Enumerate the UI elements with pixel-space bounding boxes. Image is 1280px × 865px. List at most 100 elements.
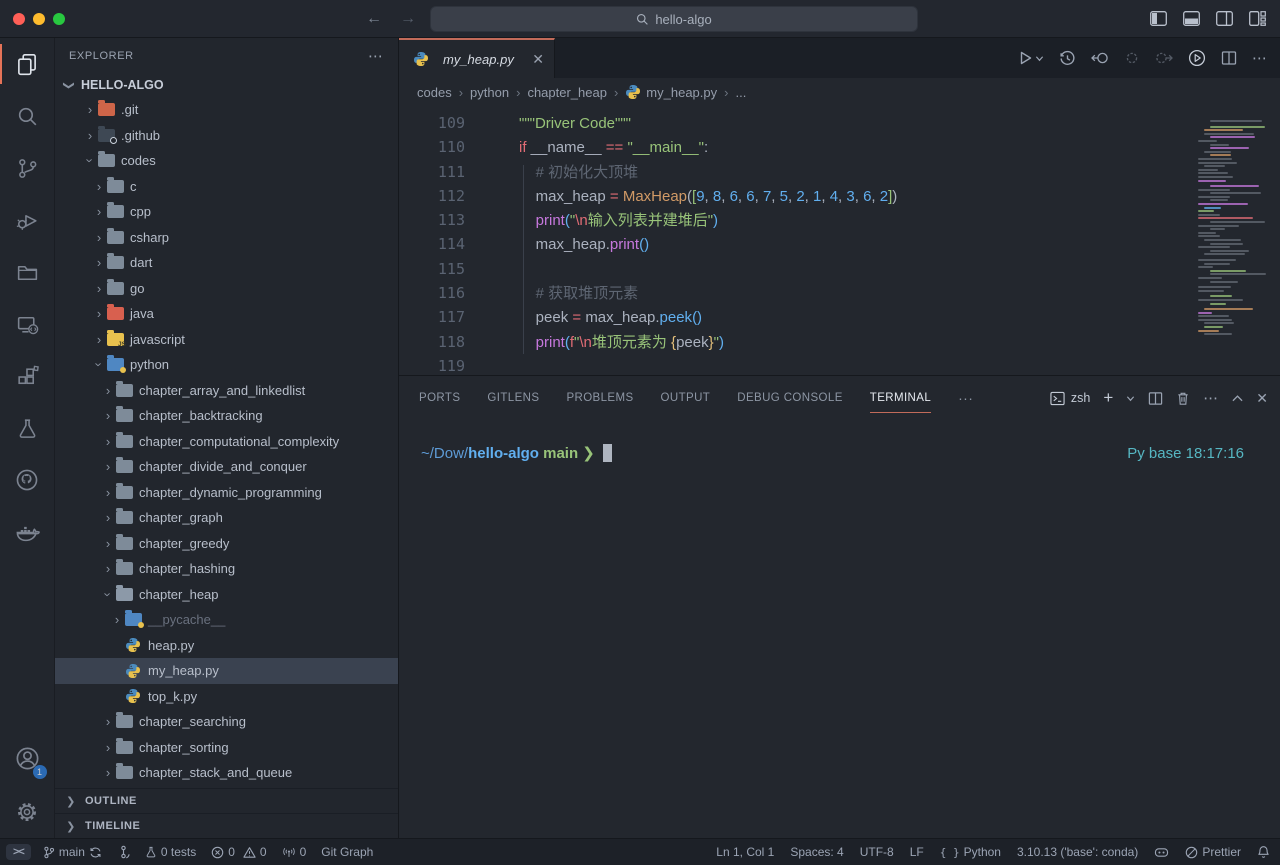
breadcrumb-item[interactable]: python — [470, 85, 509, 100]
timeline-section[interactable]: ❯ TIMELINE — [55, 813, 398, 838]
code-line-110[interactable]: 110if __name__ == "__main__": — [399, 135, 1280, 159]
navigate-back-icon[interactable] — [1091, 50, 1109, 66]
close-tab-icon[interactable]: ✕ — [532, 51, 544, 68]
code-line-116[interactable]: 116 # 获取堆顶元素 — [399, 281, 1280, 305]
activity-remote-explorer[interactable] — [0, 298, 55, 350]
code-line-112[interactable]: 112 max_heap = MaxHeap([9, 8, 6, 6, 7, 5… — [399, 184, 1280, 208]
tree-item-c[interactable]: ›c — [55, 174, 398, 200]
tree-item-cpp[interactable]: ›cpp — [55, 199, 398, 225]
toggle-sidebar-icon[interactable] — [1150, 11, 1167, 26]
activity-project-manager[interactable] — [0, 246, 55, 298]
split-editor-icon[interactable] — [1221, 50, 1237, 66]
remote-indicator[interactable]: >< — [6, 844, 31, 860]
tree-item-chapter-dynamic-programming[interactable]: ›chapter_dynamic_programming — [55, 480, 398, 506]
activity-explorer[interactable] — [0, 38, 55, 90]
navigate-prev-icon[interactable] — [1124, 50, 1140, 66]
notifications-bell[interactable] — [1257, 845, 1270, 859]
problems-status[interactable]: 0 0 — [211, 845, 266, 859]
tree-item-go[interactable]: ›go — [55, 276, 398, 302]
activity-run-debug[interactable] — [0, 194, 55, 246]
minimize-window-button[interactable] — [33, 13, 45, 25]
code-line-118[interactable]: 118 print(f"\n堆顶元素为 {peek}") — [399, 330, 1280, 354]
activity-github[interactable] — [0, 454, 55, 506]
tree-item--github[interactable]: ›.github — [55, 123, 398, 149]
eol-status[interactable]: LF — [910, 845, 924, 859]
language-status[interactable]: { } Python — [940, 845, 1001, 859]
new-terminal-icon[interactable]: + — [1103, 388, 1113, 408]
tree-item-chapter-greedy[interactable]: ›chapter_greedy — [55, 531, 398, 557]
run-python-button[interactable] — [1017, 50, 1044, 66]
minimap[interactable] — [1198, 120, 1264, 352]
tree-item-chapter-divide-and-conquer[interactable]: ›chapter_divide_and_conquer — [55, 454, 398, 480]
customize-layout-icon[interactable] — [1249, 11, 1266, 26]
tree-item-chapter-searching[interactable]: ›chapter_searching — [55, 709, 398, 735]
tree-item-chapter-stack-and-queue[interactable]: ›chapter_stack_and_queue — [55, 760, 398, 786]
tree-item-dart[interactable]: ›dart — [55, 250, 398, 276]
indentation-status[interactable]: Spaces: 4 — [790, 845, 843, 859]
explorer-more-actions-icon[interactable]: ⋯ — [368, 47, 384, 65]
tree-item-chapter-backtracking[interactable]: ›chapter_backtracking — [55, 403, 398, 429]
panel-tabs-overflow-icon[interactable]: ··· — [958, 390, 973, 406]
code-line-115[interactable]: 115 — [399, 257, 1280, 281]
activity-search[interactable] — [0, 90, 55, 142]
navigate-next-icon[interactable] — [1155, 50, 1173, 66]
gitlens-status[interactable] — [117, 845, 130, 859]
forward-arrow-icon[interactable]: → — [400, 10, 416, 28]
tree-item-chapter-array-and-linkedlist[interactable]: ›chapter_array_and_linkedlist — [55, 378, 398, 404]
git-graph-button[interactable]: Git Graph — [321, 845, 373, 859]
code-line-117[interactable]: 117 peek = max_heap.peek() — [399, 305, 1280, 329]
activity-docker[interactable] — [0, 506, 55, 558]
toggle-secondary-sidebar-icon[interactable] — [1216, 11, 1233, 26]
tree-item-top-k-py[interactable]: top_k.py — [55, 684, 398, 710]
breadcrumb-item[interactable]: chapter_heap — [527, 85, 607, 100]
tree-item-heap-py[interactable]: heap.py — [55, 633, 398, 659]
activity-source-control[interactable] — [0, 142, 55, 194]
more-icon[interactable]: ⋯ — [1203, 389, 1219, 407]
terminal-dropdown-icon[interactable] — [1126, 394, 1135, 403]
ports-status[interactable]: 0 — [282, 845, 307, 859]
file-tree[interactable]: ›.git›.github›codes›c›cpp›csharp›dart›go… — [55, 97, 398, 786]
panel-tab-ports[interactable]: PORTS — [419, 376, 460, 420]
maximize-panel-icon[interactable] — [1232, 394, 1243, 402]
breadcrumb-item[interactable]: my_heap.py — [625, 84, 717, 100]
cursor-position[interactable]: Ln 1, Col 1 — [716, 845, 774, 859]
run-profile-icon[interactable] — [1188, 49, 1206, 67]
timeline-icon[interactable] — [1059, 50, 1076, 67]
tree-item-chapter-graph[interactable]: ›chapter_graph — [55, 505, 398, 531]
breadcrumb-item[interactable]: ... — [735, 85, 746, 100]
tree-item-chapter-hashing[interactable]: ›chapter_hashing — [55, 556, 398, 582]
activity-settings[interactable] — [0, 786, 55, 838]
tree-item-my-heap-py[interactable]: my_heap.py — [55, 658, 398, 684]
tree-item-csharp[interactable]: ›csharp — [55, 225, 398, 251]
code-editor[interactable]: 109"""Driver Code"""110if __name__ == "_… — [399, 106, 1280, 375]
tab-my-heap[interactable]: my_heap.py ✕ — [399, 38, 555, 78]
code-line-109[interactable]: 109"""Driver Code""" — [399, 111, 1280, 135]
close-window-button[interactable] — [13, 13, 25, 25]
panel-tab-debug-console[interactable]: DEBUG CONSOLE — [737, 376, 843, 420]
outline-section[interactable]: ❯ OUTLINE — [55, 788, 398, 813]
tree-item-javascript[interactable]: ›JSjavascript — [55, 327, 398, 353]
tests-status[interactable]: 0 tests — [145, 845, 196, 859]
tree-item-chapter-computational-complexity[interactable]: ›chapter_computational_complexity — [55, 429, 398, 455]
tree-item-python[interactable]: ›python — [55, 352, 398, 378]
code-line-119[interactable]: 119 — [399, 354, 1280, 375]
tree-item-java[interactable]: ›java — [55, 301, 398, 327]
code-line-111[interactable]: 111 # 初始化大顶堆 — [399, 160, 1280, 184]
prettier-status[interactable]: Prettier — [1185, 845, 1241, 859]
close-panel-icon[interactable]: ✕ — [1256, 390, 1268, 407]
terminal-instance[interactable]: zsh — [1050, 391, 1090, 406]
encoding-status[interactable]: UTF-8 — [860, 845, 894, 859]
terminal[interactable]: ~/Dow/hello-algo main ❯ Py base 18:17:16 — [399, 420, 1280, 838]
maximize-window-button[interactable] — [53, 13, 65, 25]
panel-tab-gitlens[interactable]: GITLENS — [487, 376, 539, 420]
panel-tab-output[interactable]: OUTPUT — [661, 376, 711, 420]
tree-item-codes[interactable]: ›codes — [55, 148, 398, 174]
command-center-search[interactable]: hello-algo — [430, 6, 918, 32]
more-actions-icon[interactable]: ⋯ — [1252, 49, 1268, 67]
back-arrow-icon[interactable]: ← — [366, 10, 382, 28]
python-interpreter[interactable]: 3.10.13 ('base': conda) — [1017, 845, 1138, 859]
toggle-panel-icon[interactable] — [1183, 11, 1200, 26]
panel-tab-problems[interactable]: PROBLEMS — [566, 376, 633, 420]
panel-tab-terminal[interactable]: TERMINAL — [870, 376, 931, 420]
split-terminal-icon[interactable] — [1148, 391, 1163, 406]
